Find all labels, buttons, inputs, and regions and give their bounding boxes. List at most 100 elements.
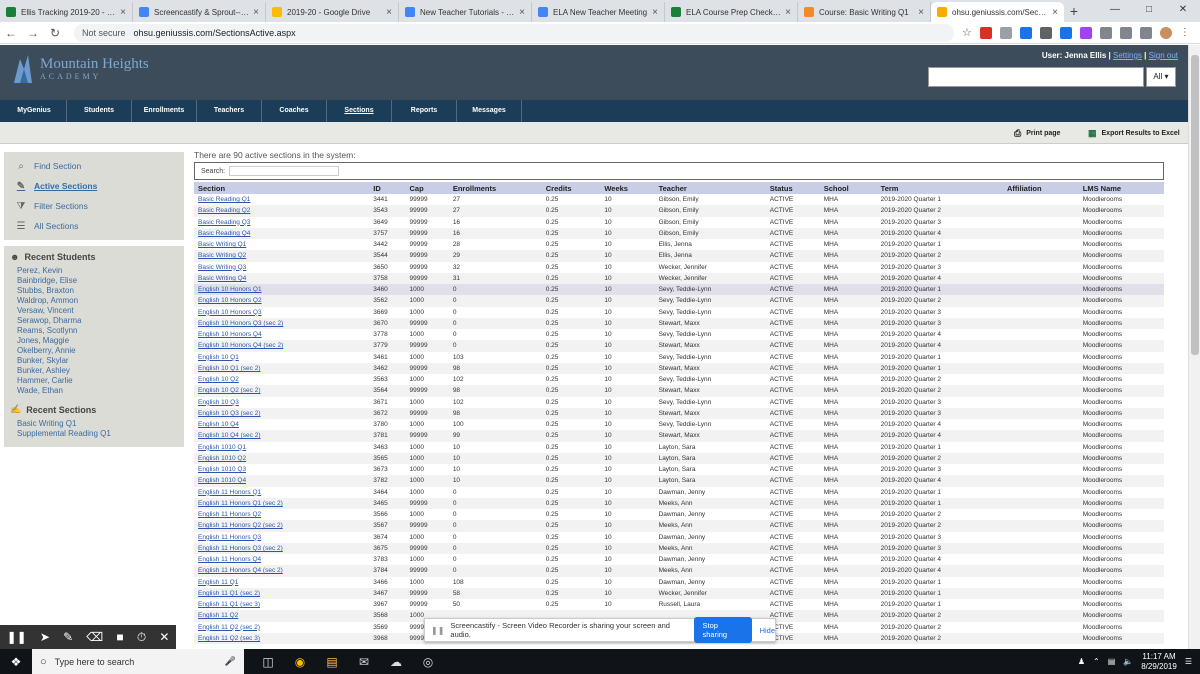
extension-icon[interactable] (1139, 26, 1152, 39)
section-link[interactable]: English 10 Q4 (198, 421, 239, 428)
nav-teachers[interactable]: Teachers (197, 100, 262, 122)
close-icon[interactable]: ✕ (1166, 0, 1200, 20)
recent-student-link[interactable]: Waldrop, Ammon (4, 296, 184, 306)
extension-icon[interactable] (1099, 26, 1112, 39)
section-link[interactable]: English 10 Q1 (sec 2) (198, 365, 261, 372)
section-link[interactable]: English 11 Q1 (sec 2) (198, 590, 260, 597)
browser-tab[interactable]: ELA New Teacher Meeting × (532, 2, 665, 22)
browser-tab[interactable]: Screencastify & Sprout--Wi × (133, 2, 266, 22)
nav-coaches[interactable]: Coaches (262, 100, 327, 122)
section-link[interactable]: English 10 Q3 (198, 399, 239, 406)
close-tab-icon[interactable]: × (519, 7, 525, 18)
pen-icon[interactable]: ✎ (63, 630, 73, 644)
section-link[interactable]: English 11 Honors Q1 (198, 489, 261, 496)
section-link[interactable]: English 10 Q4 (sec 2) (198, 432, 261, 439)
section-link[interactable]: English 11 Honors Q2 (198, 511, 261, 518)
nav-messages[interactable]: Messages (457, 100, 522, 122)
taskbar-search[interactable]: ○ Type here to search 🎤 (32, 649, 244, 674)
section-link[interactable]: English 11 Q2 (sec 2) (198, 624, 260, 631)
column-header[interactable]: Status (765, 182, 820, 194)
recent-student-link[interactable]: Versaw, Vincent (4, 306, 184, 316)
close-tab-icon[interactable]: × (652, 7, 658, 18)
cursor-icon[interactable]: ➤ (40, 630, 50, 644)
column-header[interactable]: Affiliation (1003, 182, 1079, 194)
nav-mygenius[interactable]: MyGenius (2, 100, 67, 122)
browser-tab[interactable]: ELA Course Prep Checkoff × (665, 2, 798, 22)
menu-icon[interactable]: ⋮ (1180, 27, 1190, 38)
sidebar-link-all-sections[interactable]: ☰ All Sections (4, 216, 184, 236)
extension-icon[interactable] (1059, 26, 1072, 39)
clock[interactable]: 11:17 AM 8/29/2019 (1141, 652, 1177, 672)
section-link[interactable]: Basic Writing Q1 (198, 241, 246, 248)
app-icon[interactable]: ◎ (412, 655, 444, 669)
section-link[interactable]: English 11 Honors Q1 (sec 2) (198, 500, 283, 507)
app-icon[interactable]: ☁ (380, 655, 412, 669)
section-link[interactable]: English 10 Honors Q1 (198, 286, 262, 293)
extension-icon[interactable] (1019, 26, 1032, 39)
close-tab-icon[interactable]: × (386, 7, 392, 18)
section-link[interactable]: English 1010 Q3 (198, 466, 246, 473)
recent-student-link[interactable]: Okelberry, Annie (4, 346, 184, 356)
recent-student-link[interactable]: Serawop, Dharma (4, 316, 184, 326)
browser-tab[interactable]: ohsu.geniussis.com/Section × (931, 2, 1064, 22)
recent-student-link[interactable]: Reams, Scotlynn (4, 326, 184, 336)
scrollbar-thumb[interactable] (1191, 55, 1199, 355)
section-link[interactable]: English 11 Q1 (198, 579, 238, 586)
mail-icon[interactable]: ✉ (348, 655, 380, 669)
section-link[interactable]: English 11 Q2 (sec 3) (198, 635, 260, 642)
task-view-icon[interactable]: ◫ (252, 655, 284, 669)
recent-student-link[interactable]: Hammer, Carlie (4, 376, 184, 386)
close-tab-icon[interactable]: × (918, 7, 924, 18)
search-scope-select[interactable]: All ▾ (1146, 67, 1176, 87)
section-link[interactable]: Basic Reading Q2 (198, 207, 250, 214)
nav-reports[interactable]: Reports (392, 100, 457, 122)
browser-tab[interactable]: Ellis Tracking 2019-20 - Go × (0, 2, 133, 22)
column-header[interactable]: Term (876, 182, 1004, 194)
forward-icon[interactable]: → (22, 26, 44, 40)
nav-students[interactable]: Students (67, 100, 132, 122)
notifications-icon[interactable]: ☰ (1185, 657, 1192, 666)
print-page-button[interactable]: ⎙ Print page (1014, 128, 1060, 139)
eraser-icon[interactable]: ⌫ (86, 630, 103, 644)
page-scrollbar[interactable] (1188, 45, 1200, 649)
windows-start-icon[interactable]: ❖ (0, 655, 32, 669)
recent-student-link[interactable]: Wade, Ethan (4, 386, 184, 396)
section-link[interactable]: English 1010 Q4 (198, 477, 246, 484)
section-link[interactable]: Basic Writing Q2 (198, 252, 246, 259)
microphone-icon[interactable]: 🎤 (225, 656, 236, 667)
people-icon[interactable]: ♟ (1078, 657, 1085, 666)
sidebar-link-find-section[interactable]: ⌕ Find Section (4, 156, 184, 176)
maximize-icon[interactable]: □ (1132, 0, 1166, 20)
close-tab-icon[interactable]: × (120, 7, 126, 18)
extension-icon[interactable] (1039, 26, 1052, 39)
extension-icon[interactable] (1079, 26, 1092, 39)
section-link[interactable]: Basic Writing Q4 (198, 275, 246, 282)
recent-student-link[interactable]: Bainbridge, Elise (4, 276, 184, 286)
section-link[interactable]: English 10 Q1 (198, 354, 239, 361)
pause-icon[interactable]: ❚❚ (7, 630, 27, 644)
recent-student-link[interactable]: Jones, Maggie (4, 336, 184, 346)
column-header[interactable]: Enrollments (448, 182, 542, 194)
settings-link[interactable]: Settings (1113, 51, 1142, 60)
section-link[interactable]: Basic Writing Q3 (198, 264, 246, 271)
browser-tab[interactable]: New Teacher Tutorials - Go × (399, 2, 532, 22)
stop-sharing-button[interactable]: Stop sharing (694, 617, 752, 643)
recent-student-link[interactable]: Stubbs, Braxton (4, 286, 184, 296)
column-header[interactable]: ID (369, 182, 406, 194)
extension-icon[interactable] (979, 26, 992, 39)
star-icon[interactable]: ☆ (962, 26, 972, 39)
section-link[interactable]: English 10 Honors Q4 (198, 331, 262, 338)
section-link[interactable]: English 1010 Q2 (198, 455, 246, 462)
volume-icon[interactable]: 🔈 (1123, 657, 1133, 666)
section-link[interactable]: English 11 Honors Q4 (198, 556, 261, 563)
column-header[interactable]: Teacher (654, 182, 766, 194)
hide-button[interactable]: Hide (760, 626, 775, 635)
recent-student-link[interactable]: Bunker, Ashley (4, 366, 184, 376)
section-link[interactable]: English 11 Honors Q2 (sec 2) (198, 522, 283, 529)
export-excel-button[interactable]: ▦ Export Results to Excel (1088, 128, 1180, 139)
section-link[interactable]: English 10 Honors Q2 (198, 297, 262, 304)
recent-section-link[interactable]: Supplemental Reading Q1 (4, 429, 184, 439)
column-header[interactable]: LMS Name (1078, 182, 1164, 194)
browser-tab[interactable]: 2019-20 - Google Drive × (266, 2, 399, 22)
section-link[interactable]: English 11 Q2 (198, 612, 238, 619)
